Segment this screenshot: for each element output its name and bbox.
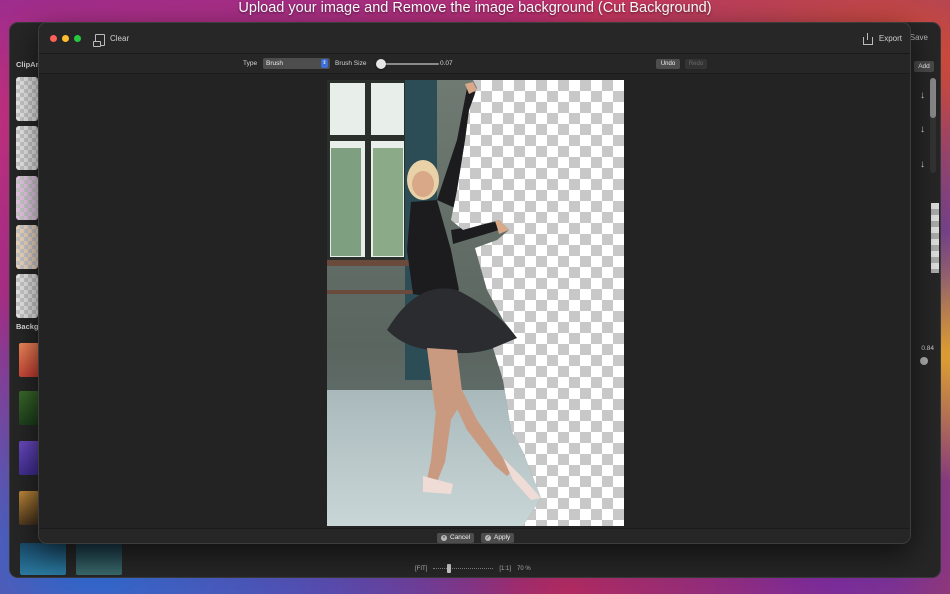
- clipart-thumbnail[interactable]: [16, 176, 38, 220]
- image-canvas[interactable]: [327, 80, 624, 526]
- add-layer-button[interactable]: Add: [914, 61, 934, 72]
- cut-background-window: Clear Export Type Brush ⇕ Brush Size 0.0…: [38, 22, 911, 544]
- background-thumbnail[interactable]: [19, 491, 39, 525]
- zoom-window-button[interactable]: [74, 35, 81, 42]
- cancel-button-label: Cancel: [450, 534, 471, 541]
- zoom-percent: 70 %: [517, 566, 531, 572]
- background-thumbnail[interactable]: [76, 543, 122, 575]
- brush-size-slider[interactable]: [376, 59, 439, 69]
- arrow-down-icon[interactable]: ↓: [920, 124, 925, 135]
- tool-options-bar: Type Brush ⇕ Brush Size 0.07 Undo Redo: [39, 54, 910, 74]
- export-button-label: Export: [878, 34, 902, 43]
- apply-button-label: Apply: [494, 534, 511, 541]
- type-label: Type: [243, 60, 258, 67]
- minimize-window-button[interactable]: [62, 35, 69, 42]
- background-thumbnail[interactable]: [19, 391, 39, 425]
- opacity-slider-knob[interactable]: [920, 357, 928, 365]
- action-footer: × Cancel ✓ Apply: [39, 528, 910, 543]
- undo-button[interactable]: Undo: [656, 59, 680, 69]
- zoom-control: [FIT] [1:1] 70 %: [415, 563, 555, 575]
- background-thumbnail[interactable]: [20, 543, 66, 575]
- share-icon: [862, 33, 873, 45]
- apply-button[interactable]: ✓ Apply: [481, 533, 515, 543]
- clipart-thumbnail[interactable]: [16, 77, 38, 121]
- checkmark-icon: ✓: [485, 535, 491, 541]
- clipart-thumbnail[interactable]: [16, 126, 38, 170]
- zoom-fit-button[interactable]: [FIT]: [415, 566, 427, 572]
- clear-button-label: Clear: [110, 34, 130, 43]
- cancel-button[interactable]: × Cancel: [437, 533, 475, 543]
- type-select-value: Brush: [266, 60, 283, 67]
- opacity-value: 0.84: [921, 345, 934, 352]
- right-layers-panel: Save Add ↓ ↓ ↓ 0.84: [910, 33, 940, 577]
- promo-headline: Upload your image and Remove the image b…: [238, 0, 712, 16]
- layer-preview-strip: [931, 203, 939, 273]
- clear-button[interactable]: Clear: [93, 31, 130, 47]
- clear-icon: [93, 33, 105, 47]
- editing-canvas: [39, 75, 910, 527]
- arrow-down-icon[interactable]: ↓: [920, 159, 925, 170]
- brush-size-slider-knob[interactable]: [376, 59, 386, 69]
- zoom-one-to-one-button[interactable]: [1:1]: [499, 566, 511, 572]
- zoom-slider[interactable]: [433, 564, 494, 573]
- window-titlebar: Clear Export: [39, 23, 910, 54]
- background-thumbnail[interactable]: [19, 441, 39, 475]
- layers-scrollbar[interactable]: [930, 78, 936, 173]
- brush-size-value: 0.07: [440, 60, 453, 67]
- brush-size-label: Brush Size: [335, 60, 367, 67]
- clipart-thumbnail[interactable]: [16, 225, 38, 269]
- clipart-thumbnail[interactable]: [16, 274, 38, 318]
- close-window-button[interactable]: [50, 35, 57, 42]
- cancel-icon: ×: [441, 535, 447, 541]
- save-button[interactable]: Save: [910, 33, 928, 42]
- scrollbar-thumb[interactable]: [930, 78, 936, 118]
- type-select[interactable]: Brush ⇕: [263, 58, 330, 69]
- dancer-photo: [327, 80, 541, 526]
- chevron-updown-icon: ⇕: [321, 59, 328, 68]
- redo-button[interactable]: Redo: [685, 59, 707, 69]
- export-button[interactable]: Export: [862, 31, 902, 46]
- zoom-slider-knob[interactable]: [447, 564, 452, 573]
- arrow-down-icon[interactable]: ↓: [920, 90, 925, 101]
- background-thumbnail[interactable]: [19, 343, 39, 377]
